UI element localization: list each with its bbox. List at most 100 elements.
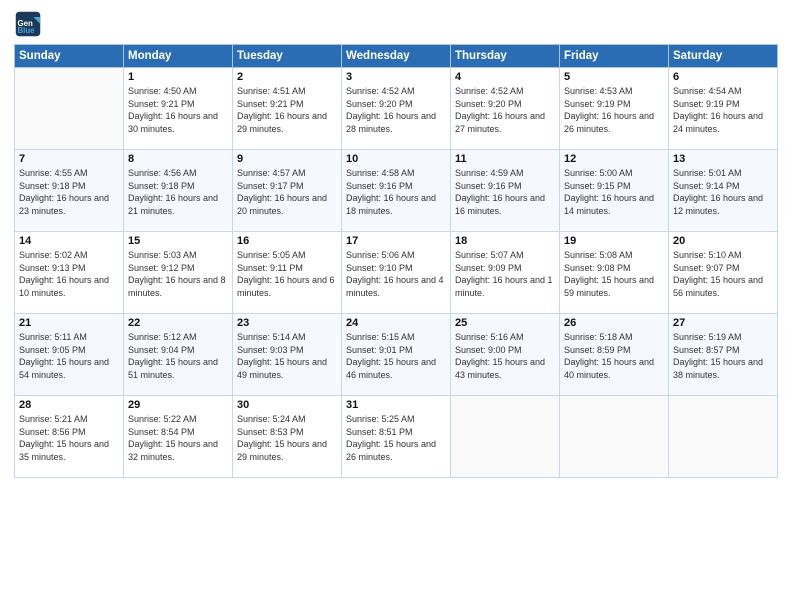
calendar-cell: 31 Sunrise: 5:25 AMSunset: 8:51 PMDayligh…	[342, 396, 451, 478]
calendar-cell: 15 Sunrise: 5:03 AMSunset: 9:12 PMDayligh…	[124, 232, 233, 314]
calendar-cell: 11Sunrise: 4:59 AMSunset: 9:16 PMDayligh…	[451, 150, 560, 232]
calendar-cell: 2 Sunrise: 4:51 AMSunset: 9:21 PMDaylight…	[233, 68, 342, 150]
calendar-cell: 16Sunrise: 5:05 AMSunset: 9:11 PMDayligh…	[233, 232, 342, 314]
day-number: 23	[237, 317, 337, 329]
weekday-header-wednesday: Wednesday	[342, 45, 451, 68]
day-number: 22	[128, 317, 228, 329]
day-number: 27	[673, 317, 773, 329]
day-number: 20	[673, 235, 773, 247]
day-info: Sunrise: 4:55 AMSunset: 9:18 PMDaylight:…	[19, 167, 119, 217]
day-info: Sunrise: 5:18 AMSunset: 8:59 PMDaylight:…	[564, 331, 664, 381]
day-number: 17	[346, 235, 446, 247]
day-info: Sunrise: 4:50 AMSunset: 9:21 PMDaylight:…	[128, 85, 228, 135]
day-number: 26	[564, 317, 664, 329]
calendar-cell	[15, 68, 124, 150]
weekday-header-sunday: Sunday	[15, 45, 124, 68]
day-info: Sunrise: 4:52 AMSunset: 9:20 PMDaylight:…	[346, 85, 446, 135]
calendar-cell: 20 Sunrise: 5:10 AMSunset: 9:07 PMDayligh…	[669, 232, 778, 314]
day-info: Sunrise: 5:12 AMSunset: 9:04 PMDaylight:…	[128, 331, 228, 381]
day-number: 9	[237, 153, 337, 165]
calendar-week-1: 7 Sunrise: 4:55 AMSunset: 9:18 PMDaylight…	[15, 150, 778, 232]
calendar-cell: 21 Sunrise: 5:11 AMSunset: 9:05 PMDayligh…	[15, 314, 124, 396]
calendar-cell: 24 Sunrise: 5:15 AMSunset: 9:01 PMDayligh…	[342, 314, 451, 396]
day-number: 10	[346, 153, 446, 165]
calendar-cell: 7 Sunrise: 4:55 AMSunset: 9:18 PMDaylight…	[15, 150, 124, 232]
day-info: Sunrise: 5:21 AMSunset: 8:56 PMDaylight:…	[19, 413, 119, 463]
weekday-header-friday: Friday	[560, 45, 669, 68]
day-info: Sunrise: 5:15 AMSunset: 9:01 PMDaylight:…	[346, 331, 446, 381]
weekday-header-row: SundayMondayTuesdayWednesdayThursdayFrid…	[15, 45, 778, 68]
day-number: 29	[128, 399, 228, 411]
calendar-cell	[669, 396, 778, 478]
day-number: 19	[564, 235, 664, 247]
calendar-cell: 12Sunrise: 5:00 AMSunset: 9:15 PMDayligh…	[560, 150, 669, 232]
logo-icon: Gen Blue	[14, 10, 42, 38]
day-info: Sunrise: 5:11 AMSunset: 9:05 PMDaylight:…	[19, 331, 119, 381]
day-number: 15	[128, 235, 228, 247]
day-number: 30	[237, 399, 337, 411]
calendar-cell: 14 Sunrise: 5:02 AMSunset: 9:13 PMDayligh…	[15, 232, 124, 314]
calendar-cell: 28 Sunrise: 5:21 AMSunset: 8:56 PMDayligh…	[15, 396, 124, 478]
day-info: Sunrise: 5:05 AMSunset: 9:11 PMDaylight:…	[237, 249, 337, 299]
calendar-cell: 1 Sunrise: 4:50 AMSunset: 9:21 PMDaylight…	[124, 68, 233, 150]
day-info: Sunrise: 5:10 AMSunset: 9:07 PMDaylight:…	[673, 249, 773, 299]
calendar-cell: 10 Sunrise: 4:58 AMSunset: 9:16 PMDayligh…	[342, 150, 451, 232]
logo: Gen Blue	[14, 10, 46, 38]
calendar-cell: 6 Sunrise: 4:54 AMSunset: 9:19 PMDaylight…	[669, 68, 778, 150]
day-info: Sunrise: 4:58 AMSunset: 9:16 PMDaylight:…	[346, 167, 446, 217]
day-info: Sunrise: 5:06 AMSunset: 9:10 PMDaylight:…	[346, 249, 446, 299]
header: Gen Blue	[14, 10, 778, 38]
day-info: Sunrise: 5:16 AMSunset: 9:00 PMDaylight:…	[455, 331, 555, 381]
day-info: Sunrise: 5:25 AMSunset: 8:51 PMDaylight:…	[346, 413, 446, 463]
calendar-cell: 8Sunrise: 4:56 AMSunset: 9:18 PMDaylight…	[124, 150, 233, 232]
day-info: Sunrise: 5:14 AMSunset: 9:03 PMDaylight:…	[237, 331, 337, 381]
day-number: 21	[19, 317, 119, 329]
calendar-cell: 13 Sunrise: 5:01 AMSunset: 9:14 PMDayligh…	[669, 150, 778, 232]
day-number: 5	[564, 71, 664, 83]
day-number: 31	[346, 399, 446, 411]
day-number: 28	[19, 399, 119, 411]
calendar-cell: 26 Sunrise: 5:18 AMSunset: 8:59 PMDayligh…	[560, 314, 669, 396]
day-info: Sunrise: 4:57 AMSunset: 9:17 PMDaylight:…	[237, 167, 337, 217]
day-number: 1	[128, 71, 228, 83]
day-number: 25	[455, 317, 555, 329]
calendar-container: Gen Blue SundayMondayTuesdayWednesdayThu…	[0, 0, 792, 612]
day-info: Sunrise: 5:22 AMSunset: 8:54 PMDaylight:…	[128, 413, 228, 463]
weekday-header-saturday: Saturday	[669, 45, 778, 68]
day-number: 14	[19, 235, 119, 247]
calendar-cell: 4 Sunrise: 4:52 AMSunset: 9:20 PMDaylight…	[451, 68, 560, 150]
day-number: 11	[455, 153, 555, 165]
calendar-cell: 17 Sunrise: 5:06 AMSunset: 9:10 PMDayligh…	[342, 232, 451, 314]
day-number: 13	[673, 153, 773, 165]
day-info: Sunrise: 5:02 AMSunset: 9:13 PMDaylight:…	[19, 249, 119, 299]
calendar-cell: 5Sunrise: 4:53 AMSunset: 9:19 PMDaylight…	[560, 68, 669, 150]
day-number: 6	[673, 71, 773, 83]
calendar-table: SundayMondayTuesdayWednesdayThursdayFrid…	[14, 44, 778, 478]
day-number: 2	[237, 71, 337, 83]
calendar-week-3: 21 Sunrise: 5:11 AMSunset: 9:05 PMDayligh…	[15, 314, 778, 396]
weekday-header-thursday: Thursday	[451, 45, 560, 68]
day-info: Sunrise: 4:54 AMSunset: 9:19 PMDaylight:…	[673, 85, 773, 135]
day-info: Sunrise: 5:24 AMSunset: 8:53 PMDaylight:…	[237, 413, 337, 463]
day-number: 4	[455, 71, 555, 83]
calendar-header: SundayMondayTuesdayWednesdayThursdayFrid…	[15, 45, 778, 68]
day-number: 12	[564, 153, 664, 165]
calendar-cell: 27Sunrise: 5:19 AMSunset: 8:57 PMDayligh…	[669, 314, 778, 396]
calendar-week-2: 14 Sunrise: 5:02 AMSunset: 9:13 PMDayligh…	[15, 232, 778, 314]
day-info: Sunrise: 4:52 AMSunset: 9:20 PMDaylight:…	[455, 85, 555, 135]
calendar-cell: 23 Sunrise: 5:14 AMSunset: 9:03 PMDayligh…	[233, 314, 342, 396]
calendar-cell: 18Sunrise: 5:07 AMSunset: 9:09 PMDayligh…	[451, 232, 560, 314]
day-number: 7	[19, 153, 119, 165]
calendar-cell: 3Sunrise: 4:52 AMSunset: 9:20 PMDaylight…	[342, 68, 451, 150]
day-info: Sunrise: 5:03 AMSunset: 9:12 PMDaylight:…	[128, 249, 228, 299]
day-info: Sunrise: 4:51 AMSunset: 9:21 PMDaylight:…	[237, 85, 337, 135]
svg-text:Blue: Blue	[18, 26, 36, 35]
day-number: 24	[346, 317, 446, 329]
day-info: Sunrise: 5:07 AMSunset: 9:09 PMDaylight:…	[455, 249, 555, 299]
calendar-cell	[560, 396, 669, 478]
calendar-cell: 9 Sunrise: 4:57 AMSunset: 9:17 PMDaylight…	[233, 150, 342, 232]
calendar-week-4: 28 Sunrise: 5:21 AMSunset: 8:56 PMDayligh…	[15, 396, 778, 478]
day-info: Sunrise: 5:08 AMSunset: 9:08 PMDaylight:…	[564, 249, 664, 299]
calendar-cell	[451, 396, 560, 478]
day-info: Sunrise: 5:01 AMSunset: 9:14 PMDaylight:…	[673, 167, 773, 217]
